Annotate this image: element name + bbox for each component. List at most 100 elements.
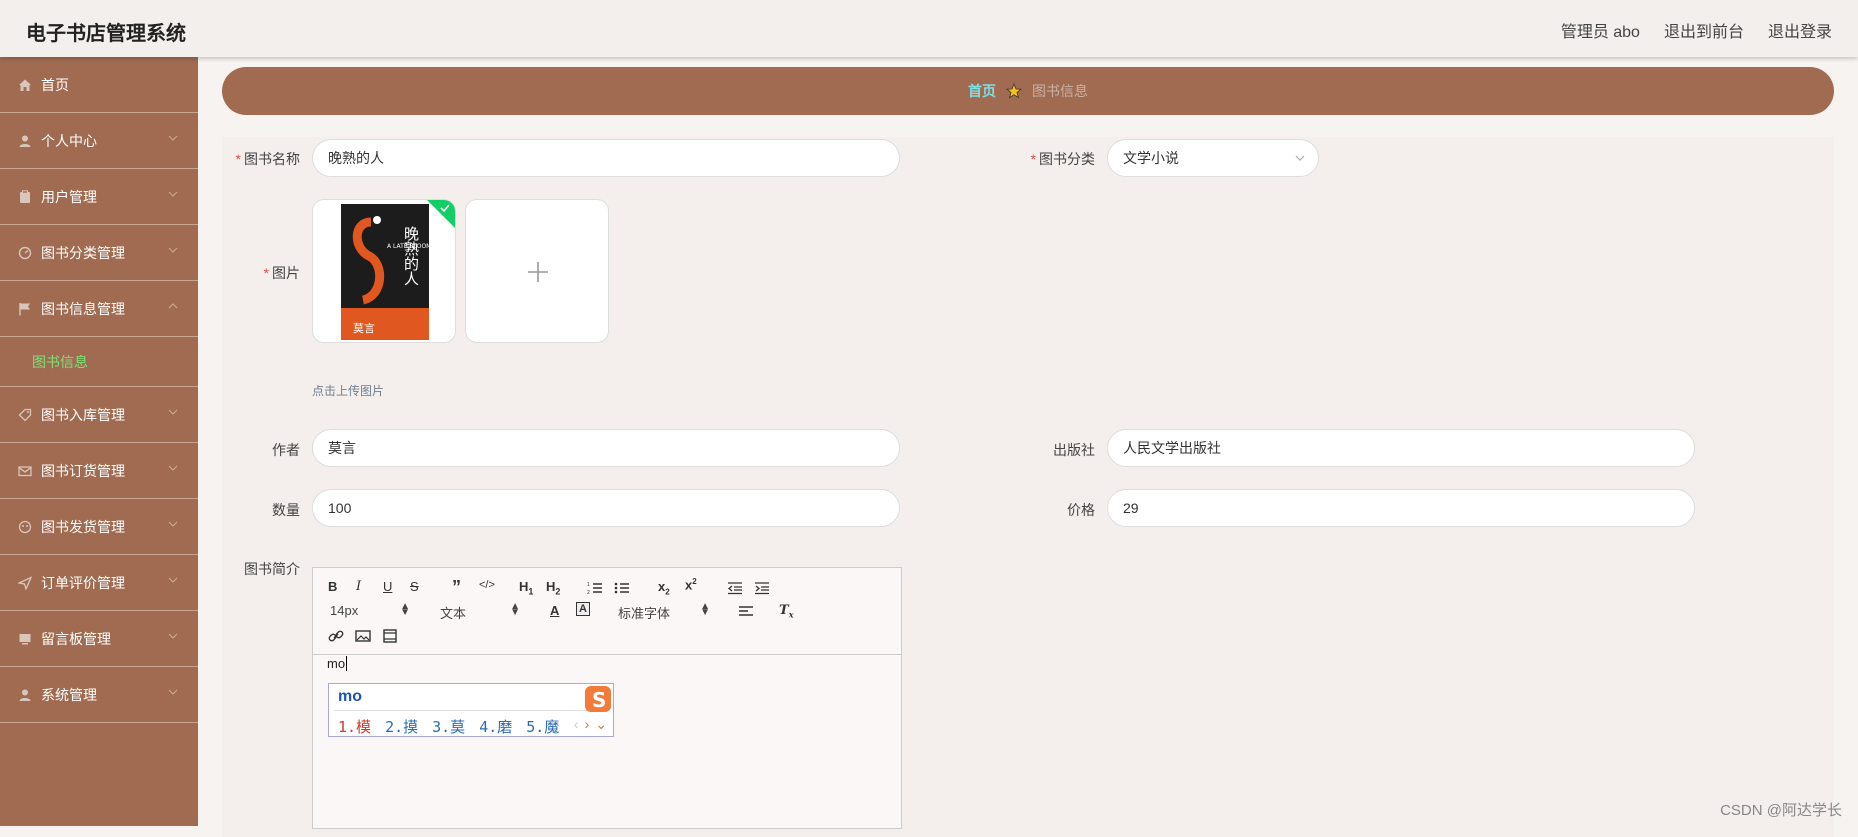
strike-button[interactable]: S: [410, 579, 419, 594]
sidebar-item-label: 图书订货管理: [41, 462, 125, 479]
sidebar-item-home[interactable]: 首页: [0, 57, 198, 113]
ime-composition: mo: [338, 688, 362, 705]
user-icon: [17, 133, 33, 149]
author-label: 作者: [272, 442, 300, 458]
bullet-list-icon[interactable]: [614, 581, 630, 595]
user-icon: [17, 687, 33, 703]
upload-add-button[interactable]: [465, 199, 609, 343]
font-color-button[interactable]: A: [550, 603, 559, 618]
block-type-select[interactable]: 文本 ▲ ▼: [440, 602, 520, 622]
cover-title: 晚熟的人: [402, 226, 420, 286]
updown-icon: ▲ ▼: [400, 601, 410, 618]
sidebar-item-messages[interactable]: 留言板管理: [0, 611, 198, 667]
uploaded-image-card[interactable]: 晚熟的人 A LATE BLOOMER 莫言: [312, 199, 456, 343]
sidebar: 首页 个人中心 用户管理 图书分类管理 图书信息管理 图书信息 图书入库管理 图…: [0, 57, 198, 826]
upload-success-icon: [427, 200, 455, 228]
category-label: * 图书分类: [1030, 151, 1095, 167]
chevron-down-icon: [168, 689, 178, 695]
h2-button[interactable]: H2: [546, 579, 560, 597]
sidebar-item-label: 用户管理: [41, 188, 97, 205]
superscript-button[interactable]: x2: [685, 577, 697, 592]
editor-content[interactable]: mo: [327, 656, 348, 671]
ime-candidate-popup: mo 1.模 2.摸 3.莫 4.磨 5.魔 ‹ › ⌄ S: [328, 683, 614, 737]
ime-candidate[interactable]: 1.模: [338, 716, 371, 737]
align-left-icon[interactable]: [738, 605, 754, 619]
monitor-icon: [17, 631, 33, 647]
tag-icon: [17, 407, 33, 423]
indent-icon[interactable]: [754, 581, 770, 595]
publisher-label: 出版社: [1053, 442, 1095, 458]
author-input[interactable]: 莫言: [312, 429, 900, 467]
book-name-input[interactable]: 晚熟的人: [312, 139, 900, 177]
bold-button[interactable]: B: [328, 579, 337, 594]
chevron-right-icon[interactable]: ›: [585, 716, 590, 733]
breadcrumb-home[interactable]: 首页: [968, 81, 996, 101]
underline-button[interactable]: U: [383, 579, 392, 594]
quantity-input[interactable]: 100: [312, 489, 900, 527]
book-name-label: * 图书名称: [235, 151, 300, 167]
chevron-down-icon: [168, 465, 178, 471]
sidebar-item-orders[interactable]: 图书订货管理: [0, 443, 198, 499]
sidebar-item-users[interactable]: 用户管理: [0, 169, 198, 225]
category-select[interactable]: 文学小说: [1107, 139, 1319, 177]
sidebar-item-label: 图书发货管理: [41, 518, 125, 535]
chevron-left-icon[interactable]: ‹: [574, 716, 579, 733]
sidebar-subitem-book-info[interactable]: 图书信息: [0, 337, 198, 387]
svg-text:2: 2: [587, 590, 590, 595]
sidebar-item-shipping[interactable]: 图书发货管理: [0, 499, 198, 555]
sidebar-item-profile[interactable]: 个人中心: [0, 113, 198, 169]
image-label: * 图片: [263, 265, 300, 281]
top-header: 电子书店管理系统 管理员 abo 退出到前台 退出登录: [0, 0, 1858, 57]
ime-candidate[interactable]: 2.摸: [385, 716, 418, 737]
sidebar-item-system[interactable]: 系统管理: [0, 667, 198, 723]
chevron-down-icon[interactable]: ⌄: [595, 716, 607, 733]
font-size-select[interactable]: 14px ▲ ▼: [330, 601, 410, 619]
image-icon[interactable]: [355, 629, 371, 643]
ime-candidate[interactable]: 3.莫: [432, 716, 465, 737]
ime-candidate[interactable]: 5.魔: [526, 716, 559, 737]
italic-button[interactable]: I: [356, 579, 361, 594]
gauge-icon: [17, 245, 33, 261]
sidebar-item-stock-in[interactable]: 图书入库管理: [0, 387, 198, 443]
app-title: 电子书店管理系统: [26, 23, 186, 45]
outdent-icon[interactable]: [727, 581, 743, 595]
home-icon: [17, 77, 33, 93]
sidebar-item-book-info-mgmt[interactable]: 图书信息管理: [0, 281, 198, 337]
code-icon[interactable]: </>: [479, 579, 495, 591]
logout-link[interactable]: 退出登录: [1768, 18, 1832, 42]
sidebar-item-label: 订单评价管理: [41, 574, 125, 591]
plus-icon: [528, 262, 548, 282]
sidebar-item-label: 留言板管理: [41, 630, 111, 647]
watermark: CSDN @阿达学长: [1720, 802, 1842, 819]
chevron-up-icon: [168, 303, 178, 309]
sidebar-item-category-mgmt[interactable]: 图书分类管理: [0, 225, 198, 281]
sidebar-item-reviews[interactable]: 订单评价管理: [0, 555, 198, 611]
publisher-input[interactable]: 人民文学出版社: [1107, 429, 1695, 467]
exit-to-frontend-link[interactable]: 退出到前台: [1664, 18, 1744, 42]
text-cursor: [346, 656, 348, 671]
breadcrumb: 首页 图书信息: [222, 67, 1834, 115]
price-input[interactable]: 29: [1107, 489, 1695, 527]
price-label: 价格: [1067, 502, 1095, 518]
subscript-button[interactable]: x2: [658, 579, 670, 597]
ime-candidate[interactable]: 4.磨: [479, 716, 512, 737]
chevron-down-icon: [1295, 155, 1305, 161]
quote-icon[interactable]: ”: [452, 577, 461, 598]
video-icon[interactable]: [382, 629, 398, 643]
clear-format-icon[interactable]: Tx: [779, 603, 793, 620]
sidebar-item-label: 图书信息管理: [41, 300, 125, 317]
h1-button[interactable]: H1: [519, 579, 533, 597]
intro-label: 图书简介: [244, 561, 300, 577]
ordered-list-icon[interactable]: 12: [587, 581, 603, 595]
admin-user-link[interactable]: 管理员 abo: [1561, 18, 1640, 42]
bg-color-button[interactable]: A: [576, 602, 590, 616]
font-family-select[interactable]: 标准字体 ▲ ▼: [618, 602, 710, 622]
category-value: 文学小说: [1123, 150, 1179, 166]
mail-icon: [17, 463, 33, 479]
chevron-down-icon: [168, 191, 178, 197]
svg-text:S: S: [592, 688, 606, 712]
cover-author: 莫言: [353, 322, 375, 335]
sidebar-item-label: 首页: [41, 76, 69, 93]
link-icon[interactable]: [328, 629, 344, 643]
chevron-down-icon: [168, 247, 178, 253]
